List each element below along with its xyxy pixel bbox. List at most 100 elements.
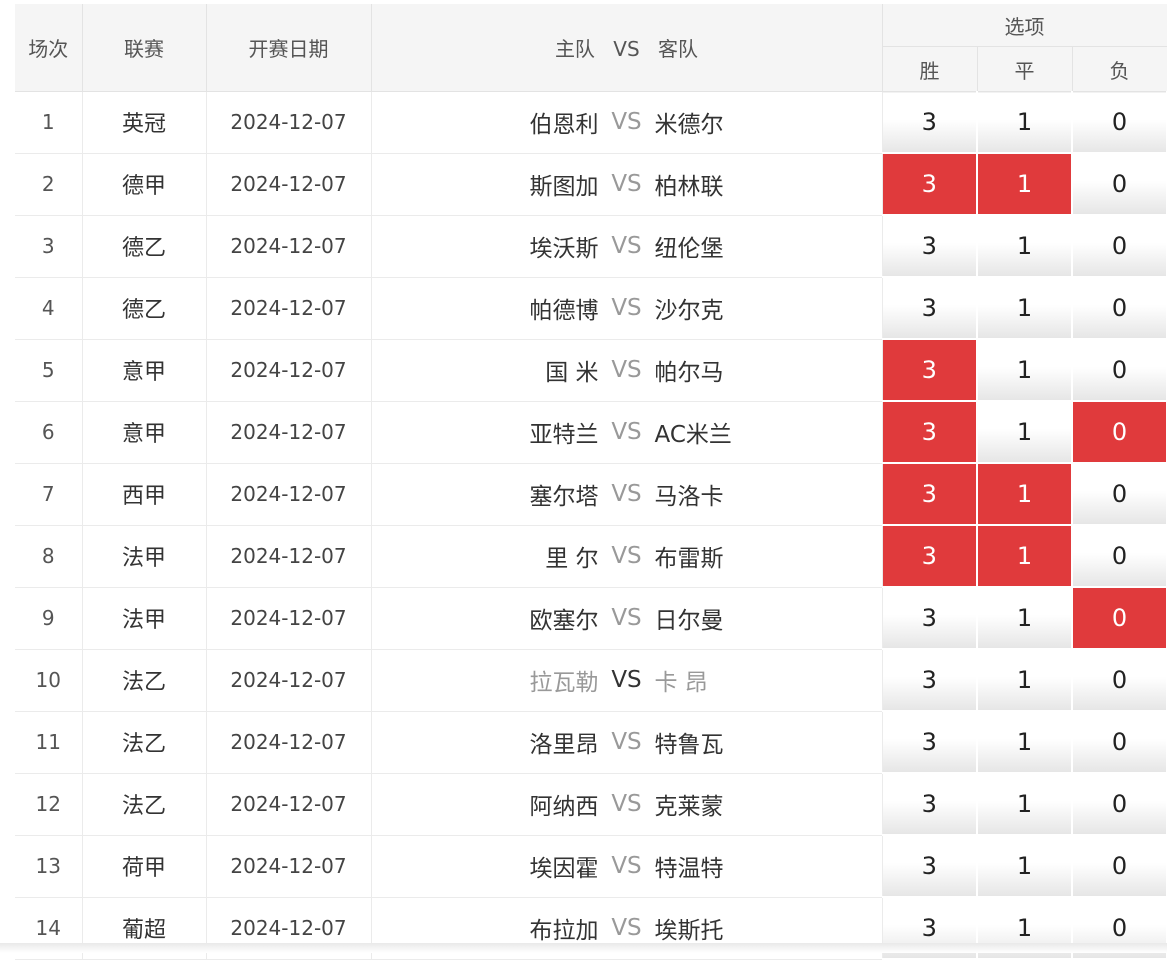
match-teams: 里 尔 VS 布雷斯 — [371, 525, 883, 588]
home-team: 洛里昂 — [529, 732, 599, 758]
col-header-options: 选项 — [882, 4, 1167, 47]
away-team: 特温特 — [654, 856, 724, 882]
table-row: 12 法乙 2024-12-07 阿纳西 VS 克莱蒙 3 1 0 — [15, 773, 1167, 836]
home-team: 亚特兰 — [529, 422, 599, 448]
option-lose-button[interactable]: 0 — [1072, 773, 1167, 836]
league-name: 意甲 — [82, 339, 207, 402]
home-team: 斯图加 — [529, 174, 599, 200]
table-row: 3 德乙 2024-12-07 埃沃斯 VS 纽伦堡 3 1 0 — [15, 215, 1167, 278]
option-draw-button[interactable]: 1 — [977, 587, 1073, 650]
vs-label: VS — [611, 667, 642, 693]
match-teams-wrap: 阿纳西 VS 克莱蒙 — [372, 787, 882, 821]
vs-label: VS — [611, 357, 642, 383]
match-number: 11 — [15, 711, 83, 774]
col-header-no: 场次 — [15, 4, 83, 92]
match-date: 2024-12-07 — [206, 649, 372, 712]
vs-label: VS — [611, 915, 642, 941]
option-win-button[interactable]: 3 — [882, 773, 978, 836]
option-draw-button[interactable]: 1 — [977, 525, 1073, 588]
away-team: AC米兰 — [654, 422, 732, 448]
vs-label: VS — [611, 419, 642, 445]
match-teams-wrap: 斯图加 VS 柏林联 — [372, 167, 882, 201]
away-team: 日尔曼 — [654, 608, 724, 634]
league-name: 法乙 — [82, 649, 207, 712]
option-lose-button[interactable]: 0 — [1072, 339, 1167, 402]
table-row: 9 法甲 2024-12-07 欧塞尔 VS 日尔曼 3 1 0 — [15, 587, 1167, 650]
option-win-button[interactable]: 3 — [882, 91, 978, 154]
option-lose-button[interactable]: 0 — [1072, 277, 1167, 340]
away-team: 埃斯托 — [654, 918, 724, 944]
col-header-match: 主队 VS 客队 — [371, 4, 883, 92]
option-draw-button[interactable]: 1 — [977, 649, 1073, 712]
match-teams-wrap: 欧塞尔 VS 日尔曼 — [372, 601, 882, 635]
match-number: 2 — [15, 153, 83, 216]
option-draw-button[interactable]: 1 — [977, 153, 1073, 216]
option-win-button[interactable]: 3 — [882, 835, 978, 898]
vs-label: VS — [611, 791, 642, 817]
option-win-button[interactable]: 3 — [882, 277, 978, 340]
option-draw-button[interactable]: 1 — [977, 215, 1073, 278]
match-date: 2024-12-07 — [206, 711, 372, 774]
match-teams: 斯图加 VS 柏林联 — [371, 153, 883, 216]
option-draw-button[interactable]: 1 — [977, 835, 1073, 898]
option-lose-button[interactable]: 0 — [1072, 153, 1167, 216]
home-team: 拉瓦勒 — [529, 670, 599, 696]
away-team: 米德尔 — [654, 112, 724, 139]
option-lose-button[interactable]: 0 — [1072, 91, 1167, 154]
option-draw-button[interactable]: 1 — [977, 91, 1073, 154]
option-win-button[interactable]: 3 — [882, 215, 978, 278]
match-teams-wrap: 埃因霍 VS 特温特 — [372, 849, 882, 883]
table-row: 8 法甲 2024-12-07 里 尔 VS 布雷斯 3 1 0 — [15, 525, 1167, 588]
option-win-button[interactable]: 3 — [882, 153, 978, 216]
option-lose-button[interactable]: 0 — [1072, 525, 1167, 588]
match-teams: 塞尔塔 VS 马洛卡 — [371, 463, 883, 526]
league-name: 英冠 — [82, 91, 207, 154]
league-name: 法甲 — [82, 525, 207, 588]
match-date: 2024-12-07 — [206, 463, 372, 526]
option-lose-button[interactable]: 0 — [1072, 587, 1167, 650]
option-win-button[interactable]: 3 — [882, 401, 978, 464]
option-lose-button[interactable]: 0 — [1072, 215, 1167, 278]
option-win-button[interactable]: 3 — [882, 463, 978, 526]
table-row: 4 德乙 2024-12-07 帕德博 VS 沙尔克 3 1 0 — [15, 277, 1167, 340]
table-row: 10 法乙 2024-12-07 拉瓦勒 VS 卡 昂310 — [15, 649, 1167, 712]
option-draw-button[interactable]: 1 — [977, 773, 1073, 836]
match-teams: 埃沃斯 VS 纽伦堡 — [371, 215, 883, 278]
away-team: 特鲁瓦 — [654, 732, 724, 758]
option-draw-button[interactable]: 1 — [977, 463, 1073, 526]
option-lose-button[interactable]: 0 — [1072, 649, 1167, 712]
option-lose-button[interactable]: 0 — [1072, 463, 1167, 526]
option-draw-button[interactable]: 1 — [977, 277, 1073, 340]
option-draw-button[interactable]: 1 — [977, 339, 1073, 402]
league-name: 德乙 — [82, 277, 207, 340]
option-win-button[interactable]: 3 — [882, 587, 978, 650]
match-teams-wrap: 拉瓦勒 VS 卡 昂 — [372, 663, 882, 697]
option-win-button[interactable]: 3 — [882, 339, 978, 402]
match-teams-wrap: 国 米 VS 帕尔马 — [372, 353, 882, 387]
option-lose-button[interactable]: 0 — [1072, 711, 1167, 774]
league-name: 德乙 — [82, 215, 207, 278]
vs-label: VS — [611, 171, 642, 197]
match-date: 2024-12-07 — [206, 401, 372, 464]
league-name: 法乙 — [82, 773, 207, 836]
option-draw-button[interactable]: 1 — [977, 711, 1073, 774]
option-win-button[interactable]: 3 — [882, 525, 978, 588]
col-header-vs: VS — [613, 37, 640, 61]
option-draw-button[interactable]: 1 — [977, 401, 1073, 464]
option-win-button[interactable]: 3 — [882, 649, 978, 712]
match-date: 2024-12-07 — [206, 525, 372, 588]
match-teams: 拉瓦勒 VS 卡 昂 — [371, 649, 883, 712]
home-team: 布拉加 — [529, 918, 599, 944]
table-row: 7 西甲 2024-12-07 塞尔塔 VS 马洛卡 3 1 0 — [15, 463, 1167, 526]
away-team: 布雷斯 — [654, 546, 724, 572]
match-rows: 1 英冠 2024-12-07 伯恩利 VS 米德尔 3 1 0 2 德甲 2024-12-07 斯图加… — [15, 91, 1167, 960]
away-team: 马洛卡 — [654, 484, 724, 510]
col-header-league: 联赛 — [82, 4, 207, 92]
col-header-lose: 负 — [1072, 46, 1167, 92]
match-teams: 亚特兰 VS AC米兰 — [371, 401, 883, 464]
home-team: 阿纳西 — [529, 794, 599, 820]
option-lose-button[interactable]: 0 — [1072, 401, 1167, 464]
option-win-button[interactable]: 3 — [882, 711, 978, 774]
match-teams-wrap: 里 尔 VS 布雷斯 — [372, 539, 882, 573]
option-lose-button[interactable]: 0 — [1072, 835, 1167, 898]
